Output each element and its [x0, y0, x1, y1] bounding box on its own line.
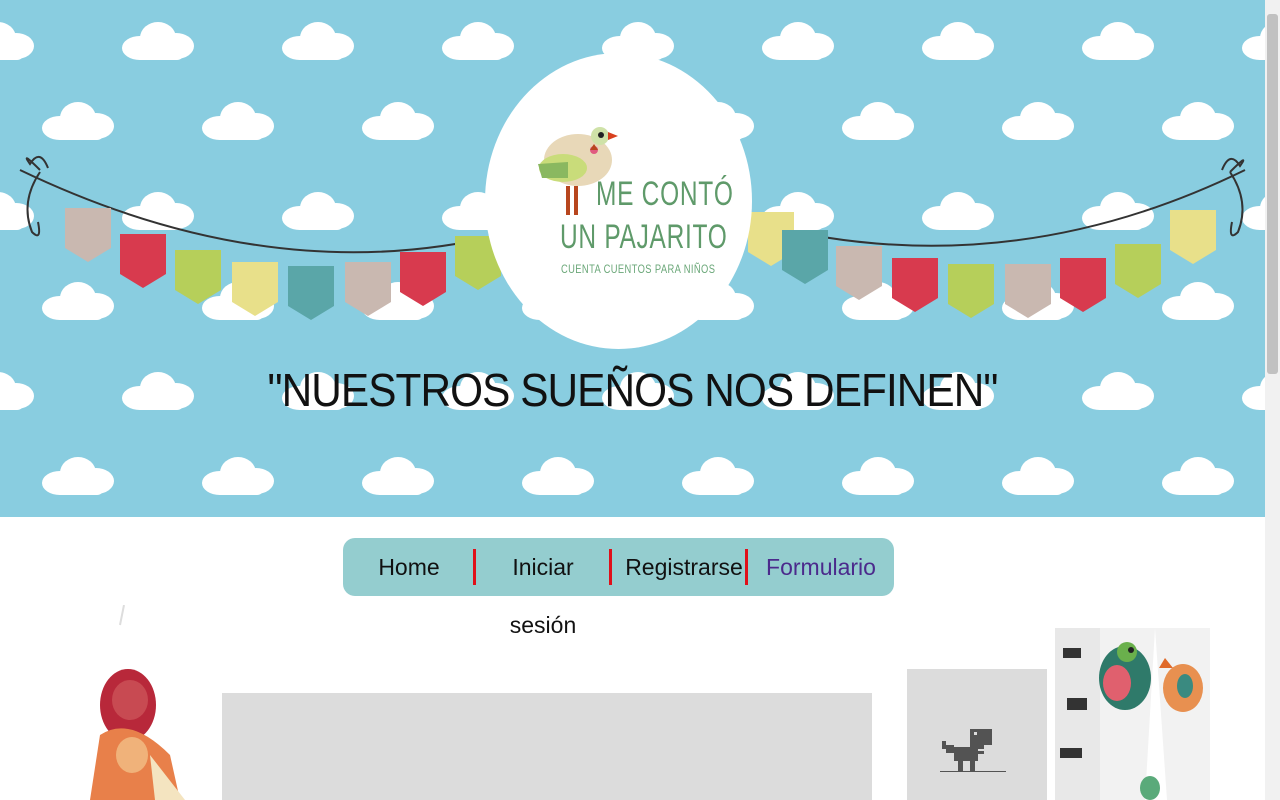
nav-form-link[interactable]: Formulario — [753, 538, 889, 596]
cloud-shape — [200, 455, 276, 495]
bunting-flag — [782, 230, 828, 284]
cloud-shape — [1000, 100, 1076, 140]
bunting-flag — [120, 234, 166, 288]
nav-separator — [745, 549, 748, 585]
nav-home-link[interactable]: Home — [343, 538, 475, 596]
logo-title-line1: ME CONTÓ — [596, 175, 734, 213]
nav-separator — [473, 549, 476, 585]
cloud-shape — [1080, 20, 1156, 60]
scrollbar-thumb[interactable] — [1267, 14, 1278, 374]
cloud-shape — [360, 455, 436, 495]
bunting-flag — [1170, 210, 1216, 264]
cloud-shape — [760, 20, 836, 60]
motto-heading: "NUESTROS SUEÑOS NOS DEFINEN" — [267, 364, 999, 416]
logo-tagline: CUENTA CUENTOS PARA NIÑOS — [561, 262, 716, 276]
bunting-flag — [175, 250, 221, 304]
cloud-shape — [440, 20, 516, 60]
cloud-shape — [1000, 455, 1076, 495]
bunting-flag — [1115, 244, 1161, 298]
nav-login-link[interactable]: Iniciar sesión — [478, 538, 608, 638]
bunting-flag — [1060, 258, 1106, 312]
bunting-flag — [232, 262, 278, 316]
bunting-flag — [288, 266, 334, 320]
cloud-shape — [840, 455, 916, 495]
bunting-flag — [400, 252, 446, 306]
girl-illustration — [90, 605, 185, 800]
cloud-shape — [200, 100, 276, 140]
birds-illustration — [1055, 628, 1210, 800]
video-placeholder[interactable] — [222, 693, 872, 800]
cloud-shape — [280, 20, 356, 60]
cloud-shape — [680, 455, 756, 495]
cloud-shape — [1160, 100, 1236, 140]
bunting-flag — [948, 264, 994, 318]
cloud-shape — [520, 455, 596, 495]
header-banner: ME CONTÓ UN PAJARITO CUENTA CUENTOS PARA… — [0, 0, 1265, 517]
cloud-shape — [920, 20, 996, 60]
dinosaur-icon — [940, 729, 1006, 772]
main-nav: Home Iniciar sesión Registrarse Formular… — [343, 538, 894, 638]
cloud-shape — [1240, 370, 1265, 410]
bunting-flag — [1005, 264, 1051, 318]
vertical-scrollbar[interactable] — [1265, 0, 1280, 800]
cloud-shape — [840, 100, 916, 140]
bunting-flag — [65, 208, 111, 262]
cloud-shape — [0, 20, 36, 60]
cloud-shape — [0, 370, 36, 410]
bunting-flag — [892, 258, 938, 312]
cloud-shape — [360, 100, 436, 140]
cloud-shape — [120, 20, 196, 60]
bunting-flag — [836, 246, 882, 300]
cloud-shape — [1160, 455, 1236, 495]
bunting-flag — [345, 262, 391, 316]
cloud-shape — [40, 455, 116, 495]
nav-register-link[interactable]: Registrarse — [613, 538, 755, 596]
cloud-shape — [40, 100, 116, 140]
logo-title-line2: UN PAJARITO — [560, 218, 728, 256]
nav-separator — [609, 549, 612, 585]
cloud-shape — [1240, 20, 1265, 60]
